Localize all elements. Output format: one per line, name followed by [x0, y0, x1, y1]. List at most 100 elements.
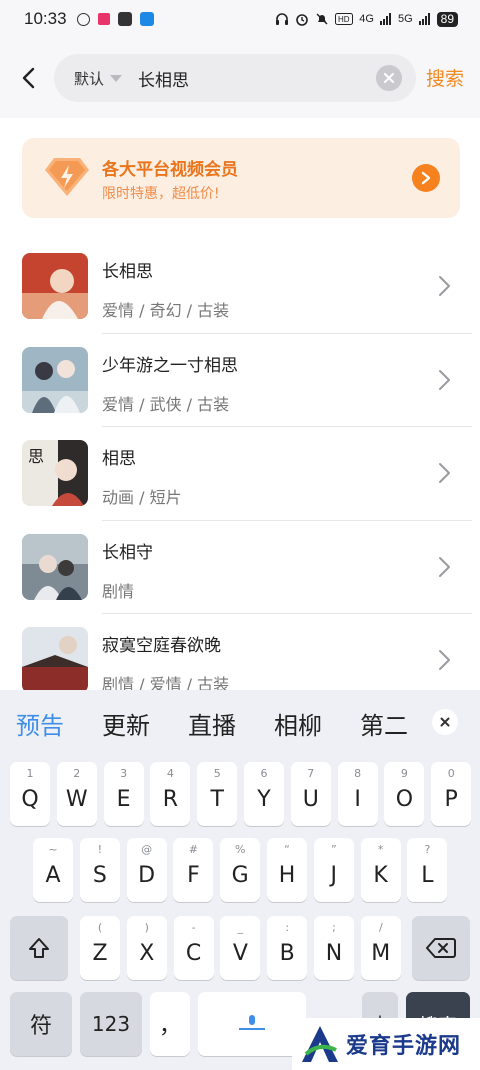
key-c[interactable]: -C: [173, 916, 214, 980]
key-u[interactable]: 7U: [290, 762, 331, 826]
key-secondary-symbol: _: [237, 921, 244, 934]
key-secondary-symbol: ;: [332, 921, 336, 934]
key-t[interactable]: 5T: [197, 762, 238, 826]
candidate-word[interactable]: 第二: [360, 706, 418, 741]
poster-thumbnail: [22, 346, 88, 413]
key-letter: O: [395, 786, 414, 812]
result-title: 长相思: [102, 262, 153, 282]
close-candidates-button[interactable]: [432, 709, 458, 735]
key-secondary-symbol: 1: [26, 767, 34, 780]
promo-title: 各大平台视频会员: [102, 160, 238, 180]
candidate-word[interactable]: 更新: [102, 706, 150, 741]
symbols-key[interactable]: 符: [10, 992, 72, 1056]
key-secondary-symbol: “: [284, 843, 290, 856]
key-v[interactable]: _ V: [220, 916, 261, 980]
battery-level: 89: [436, 11, 458, 27]
key-k[interactable]: * K: [360, 838, 401, 902]
chevron-right-icon: [439, 650, 450, 670]
key-secondary-symbol: 0: [447, 767, 455, 780]
key-letter: H: [278, 862, 296, 888]
candidate-word[interactable]: 直播: [188, 706, 236, 741]
key-b[interactable]: :B: [267, 916, 308, 980]
result-title: 相思: [102, 449, 136, 469]
result-item[interactable]: 长相守 剧情: [0, 521, 480, 614]
key-letter: K: [373, 862, 388, 888]
key-secondary-symbol: #: [188, 843, 198, 856]
key-r[interactable]: 4R: [150, 762, 191, 826]
key-m[interactable]: / M: [360, 916, 401, 980]
chevron-right-icon: [421, 171, 431, 185]
key-secondary-symbol: 9: [400, 767, 408, 780]
chevron-right-icon: [439, 463, 450, 483]
key-d[interactable]: @ D: [126, 838, 167, 902]
key-a[interactable]: ~ A: [33, 838, 73, 902]
back-button[interactable]: [14, 60, 42, 96]
key-secondary-symbol: 2: [73, 767, 81, 780]
key-secondary-symbol: -: [191, 921, 196, 934]
key-h[interactable]: “H: [267, 838, 307, 902]
candidate-word[interactable]: 预告: [16, 706, 64, 741]
search-submit-button[interactable]: 搜索: [426, 64, 464, 91]
chevron-right-icon: [439, 369, 450, 390]
poster-thumbnail: 思: [22, 440, 88, 506]
candidate-word[interactable]: 相柳: [274, 706, 322, 741]
key-y[interactable]: 6Y: [244, 762, 284, 826]
result-tags: 爱情 / 武侠 / 古装: [102, 394, 230, 414]
key-p[interactable]: 0P: [431, 762, 472, 826]
key-l[interactable]: ? L: [407, 838, 448, 902]
key-o[interactable]: 9O: [384, 762, 425, 826]
key-f[interactable]: # F: [173, 838, 214, 902]
signal-icon: [379, 13, 391, 25]
key-secondary-symbol: 6: [260, 767, 268, 780]
key-i[interactable]: 8I: [337, 762, 378, 826]
comma-key[interactable]: ，: [150, 992, 190, 1056]
result-tags: 爱情 / 奇幻 / 古装: [102, 301, 230, 320]
watermark-text: 爱育手游网: [346, 1034, 462, 1059]
chevron-right-icon: [439, 556, 450, 577]
key-g[interactable]: % G: [220, 838, 261, 902]
key-letter: W: [65, 786, 88, 812]
key-letter: P: [444, 786, 458, 812]
key-x[interactable]: ) X: [126, 916, 167, 980]
key-n[interactable]: ; N: [314, 916, 354, 980]
key-j[interactable]: ” J: [313, 838, 354, 902]
mute-icon: [316, 13, 328, 25]
numbers-key[interactable]: 123: [80, 992, 142, 1056]
site-logo-icon: [302, 1026, 338, 1062]
key-letter: V: [232, 940, 248, 966]
result-item[interactable]: 少年游之一寸相思 爱情 / 武侠 / 古装: [0, 334, 480, 427]
key-secondary-symbol: 3: [120, 767, 128, 780]
key-e[interactable]: 3E: [103, 762, 144, 826]
search-scope-dropdown[interactable]: 默认: [74, 68, 123, 89]
key-letter: E: [116, 786, 131, 812]
key-q[interactable]: 1Q: [10, 762, 50, 826]
space-key[interactable]: [198, 992, 306, 1056]
status-bar: 10:33 HD 4G 5G 89: [0, 0, 480, 38]
clear-search-button[interactable]: [376, 65, 402, 91]
key-secondary-symbol: ”: [330, 843, 337, 856]
key-z[interactable]: (Z: [80, 916, 120, 980]
key-w[interactable]: 2W: [56, 762, 97, 826]
search-scope-label: 默认: [74, 69, 105, 88]
app-notification-icon: [97, 13, 110, 25]
result-item[interactable]: 长相思 爱情 / 奇幻 / 古装: [0, 240, 480, 334]
key-s[interactable]: ! S: [79, 838, 120, 902]
result-title: 长相守: [102, 542, 153, 563]
promo-go-button[interactable]: [412, 164, 440, 192]
result-title: 少年游之一寸相思: [102, 355, 238, 376]
key-secondary-symbol: 8: [354, 767, 362, 780]
svg-text:HD: HD: [338, 15, 350, 24]
result-tags: 动画 / 短片: [102, 488, 182, 507]
status-time: 10:33: [24, 9, 67, 28]
search-box[interactable]: 默认 长相思: [54, 54, 416, 102]
result-item[interactable]: 思 相思 动画 / 短片: [0, 427, 480, 521]
vip-promo-banner[interactable]: 各大平台视频会员 限时特惠，超低价!: [22, 138, 460, 218]
key-secondary-symbol: ~: [48, 843, 58, 856]
key-secondary-symbol: @: [141, 843, 153, 856]
hd-icon: HD: [335, 13, 354, 25]
shift-key[interactable]: [10, 916, 68, 980]
backspace-key[interactable]: [412, 916, 470, 980]
app-notification-icon: [76, 12, 90, 26]
key-letter: Q: [21, 786, 39, 812]
search-input[interactable]: 长相思: [138, 66, 376, 91]
